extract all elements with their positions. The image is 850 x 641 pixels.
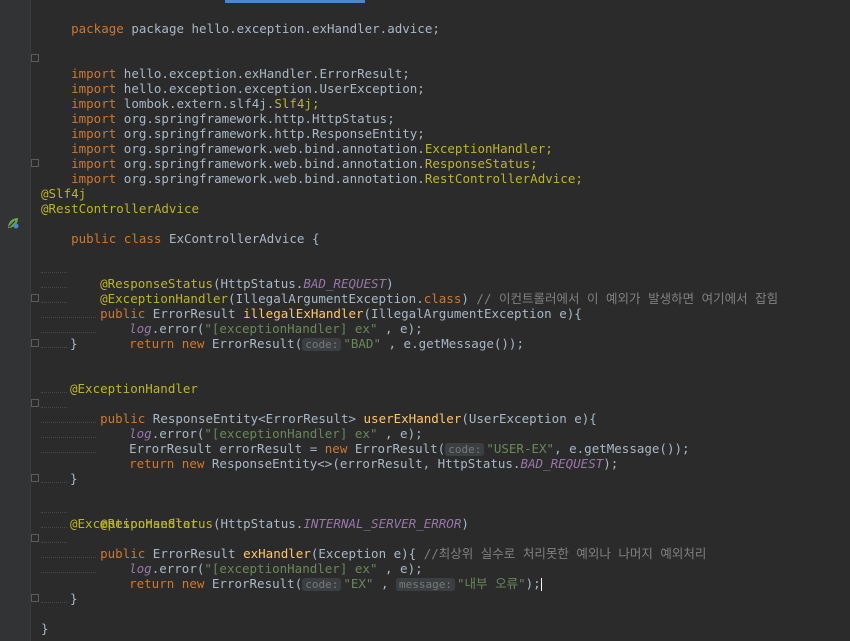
code-line-import: import lombok.extern.slf4j.Slf4j;	[41, 81, 319, 111]
fold-marker[interactable]	[31, 54, 39, 62]
keyword: public	[71, 231, 117, 246]
annotation-slf4j: @Slf4j	[41, 186, 87, 201]
indent-guide	[41, 512, 67, 513]
annotation-rest-controller-advice: @RestControllerAdvice	[41, 201, 200, 216]
keyword: new	[181, 456, 205, 471]
constructor-call: ErrorResult(	[211, 576, 303, 591]
indent-guide	[41, 302, 67, 303]
indent-guide	[41, 527, 67, 528]
fold-marker[interactable]	[31, 474, 39, 482]
keyword: class	[123, 231, 162, 246]
fold-marker[interactable]	[31, 159, 39, 167]
indent-guide	[41, 482, 67, 483]
m3-annotation-response-status: @ResponseStatus(HttpStatus.INTERNAL_SERV…	[70, 501, 469, 531]
call-end: );	[525, 576, 541, 591]
m3-return-line[interactable]: return new ErrorResult(code: "EX" , messa…	[99, 561, 542, 591]
m1-annotation-response-status: @ResponseStatus(HttpStatus.BAD_REQUEST)	[70, 261, 394, 291]
indent-guide	[41, 392, 67, 393]
indent-guide	[41, 407, 67, 408]
fold-marker[interactable]	[31, 534, 39, 542]
m1-signature: public ErrorResult illegalExHandler(Ille…	[70, 291, 582, 321]
code-line-import: import org.springframework.web.bind.anno…	[41, 141, 538, 171]
package-name: package hello.exception.exHandler.advice…	[131, 21, 440, 36]
constructor-call: ResponseEntity<>(errorResult, HttpStatus…	[211, 456, 521, 471]
indent-guide	[41, 272, 67, 273]
indent-guide	[41, 332, 96, 333]
class-name: ExControllerAdvice {	[168, 231, 320, 246]
m3-signature: public ErrorResult exHandler(Exception e…	[70, 531, 706, 561]
code-line-import: import org.springframework.web.bind.anno…	[41, 126, 553, 156]
gutter-divider	[30, 0, 31, 641]
code-line-import: import org.springframework.web.bind.anno…	[41, 156, 583, 186]
m3-annotation-exception-handler: @ExceptionHandler	[70, 516, 198, 531]
code-comment: //최상위 실수로 처리못한 예외나 나머지 예외처리	[423, 546, 707, 561]
fold-marker[interactable]	[31, 294, 39, 302]
indent-guide	[41, 572, 96, 573]
m2-decl-line: ErrorResult errorResult = new ErrorResul…	[99, 426, 690, 456]
m2-close-brace: }	[70, 471, 78, 486]
m1-log-line: log.error("[exceptionHandler] ex" , e);	[99, 306, 423, 336]
string-literal: "EX"	[343, 576, 374, 591]
indent-guide	[41, 287, 67, 288]
import-path: org.springframework.web.bind.annotation.	[123, 171, 425, 186]
spring-bean-icon[interactable]	[6, 216, 20, 230]
indent-guide	[41, 437, 96, 438]
text-caret	[540, 578, 542, 591]
keyword: import	[71, 171, 117, 186]
code-line-import: import org.springframework.http.Response…	[41, 111, 425, 141]
m1-return-line: return new ErrorResult(code: "BAD" , e.ge…	[99, 321, 524, 351]
fold-marker[interactable]	[31, 594, 39, 602]
parameter-hint: code:	[302, 338, 342, 351]
indent-guide	[41, 347, 67, 348]
constructor-call: ErrorResult(	[211, 336, 303, 351]
m1-close-brace: }	[70, 336, 78, 351]
code-editor[interactable]: package package hello.exception.exHandle…	[0, 0, 850, 641]
code-line-package: package package hello.exception.exHandle…	[41, 6, 440, 36]
m1-annotation-exception-handler: @ExceptionHandler(IllegalArgumentExcepti…	[70, 276, 778, 306]
call-end: );	[603, 456, 619, 471]
indent-guide	[41, 542, 67, 543]
indent-guide	[41, 602, 67, 603]
keyword: return	[129, 456, 175, 471]
string-literal: "BAD"	[343, 336, 381, 351]
keyword: new	[181, 336, 205, 351]
keyword: package	[71, 21, 124, 36]
m2-log-line: log.error("[exceptionHandler] ex" , e);	[99, 411, 423, 441]
class-close-brace: }	[41, 621, 49, 636]
keyword: return	[129, 576, 175, 591]
keyword: return	[129, 336, 175, 351]
class-declaration: public class ExControllerAdvice {	[41, 216, 319, 246]
import-class: RestControllerAdvice;	[424, 171, 583, 186]
enum-constant: INTERNAL_SERVER_ERROR	[303, 516, 462, 531]
m2-return-line: return new ResponseEntity<>(errorResult,…	[99, 441, 618, 471]
indent-guide	[41, 452, 96, 453]
fold-marker[interactable]	[31, 399, 39, 407]
m3-close-brace: }	[70, 591, 78, 606]
active-tab-indicator	[225, 0, 365, 3]
annotation-args: (HttpStatus.	[213, 516, 304, 531]
keyword: new	[181, 576, 205, 591]
enum-constant: BAD_REQUEST	[520, 456, 604, 471]
fold-marker[interactable]	[31, 339, 39, 347]
parameter-hint: code:	[302, 578, 342, 591]
call-end: , e.getMessage());	[380, 336, 524, 351]
m2-annotation-exception-handler: @ExceptionHandler	[70, 381, 198, 396]
m2-signature: public ResponseEntity<ErrorResult> userE…	[70, 396, 597, 426]
method-params: (UserException e){	[461, 411, 597, 426]
code-line-import: import hello.exception.exception.UserExc…	[41, 66, 425, 96]
code-line-import: import org.springframework.http.HttpStat…	[41, 96, 395, 126]
string-literal: "내부 오류"	[457, 576, 526, 591]
code-line-import: import hello.exception.exHandler.ErrorRe…	[41, 51, 410, 81]
paren: )	[461, 516, 469, 531]
m3-log-line: log.error("[exceptionHandler] ex" , e);	[99, 546, 423, 576]
editor-gutter	[0, 0, 30, 641]
parameter-hint: message:	[396, 578, 456, 591]
